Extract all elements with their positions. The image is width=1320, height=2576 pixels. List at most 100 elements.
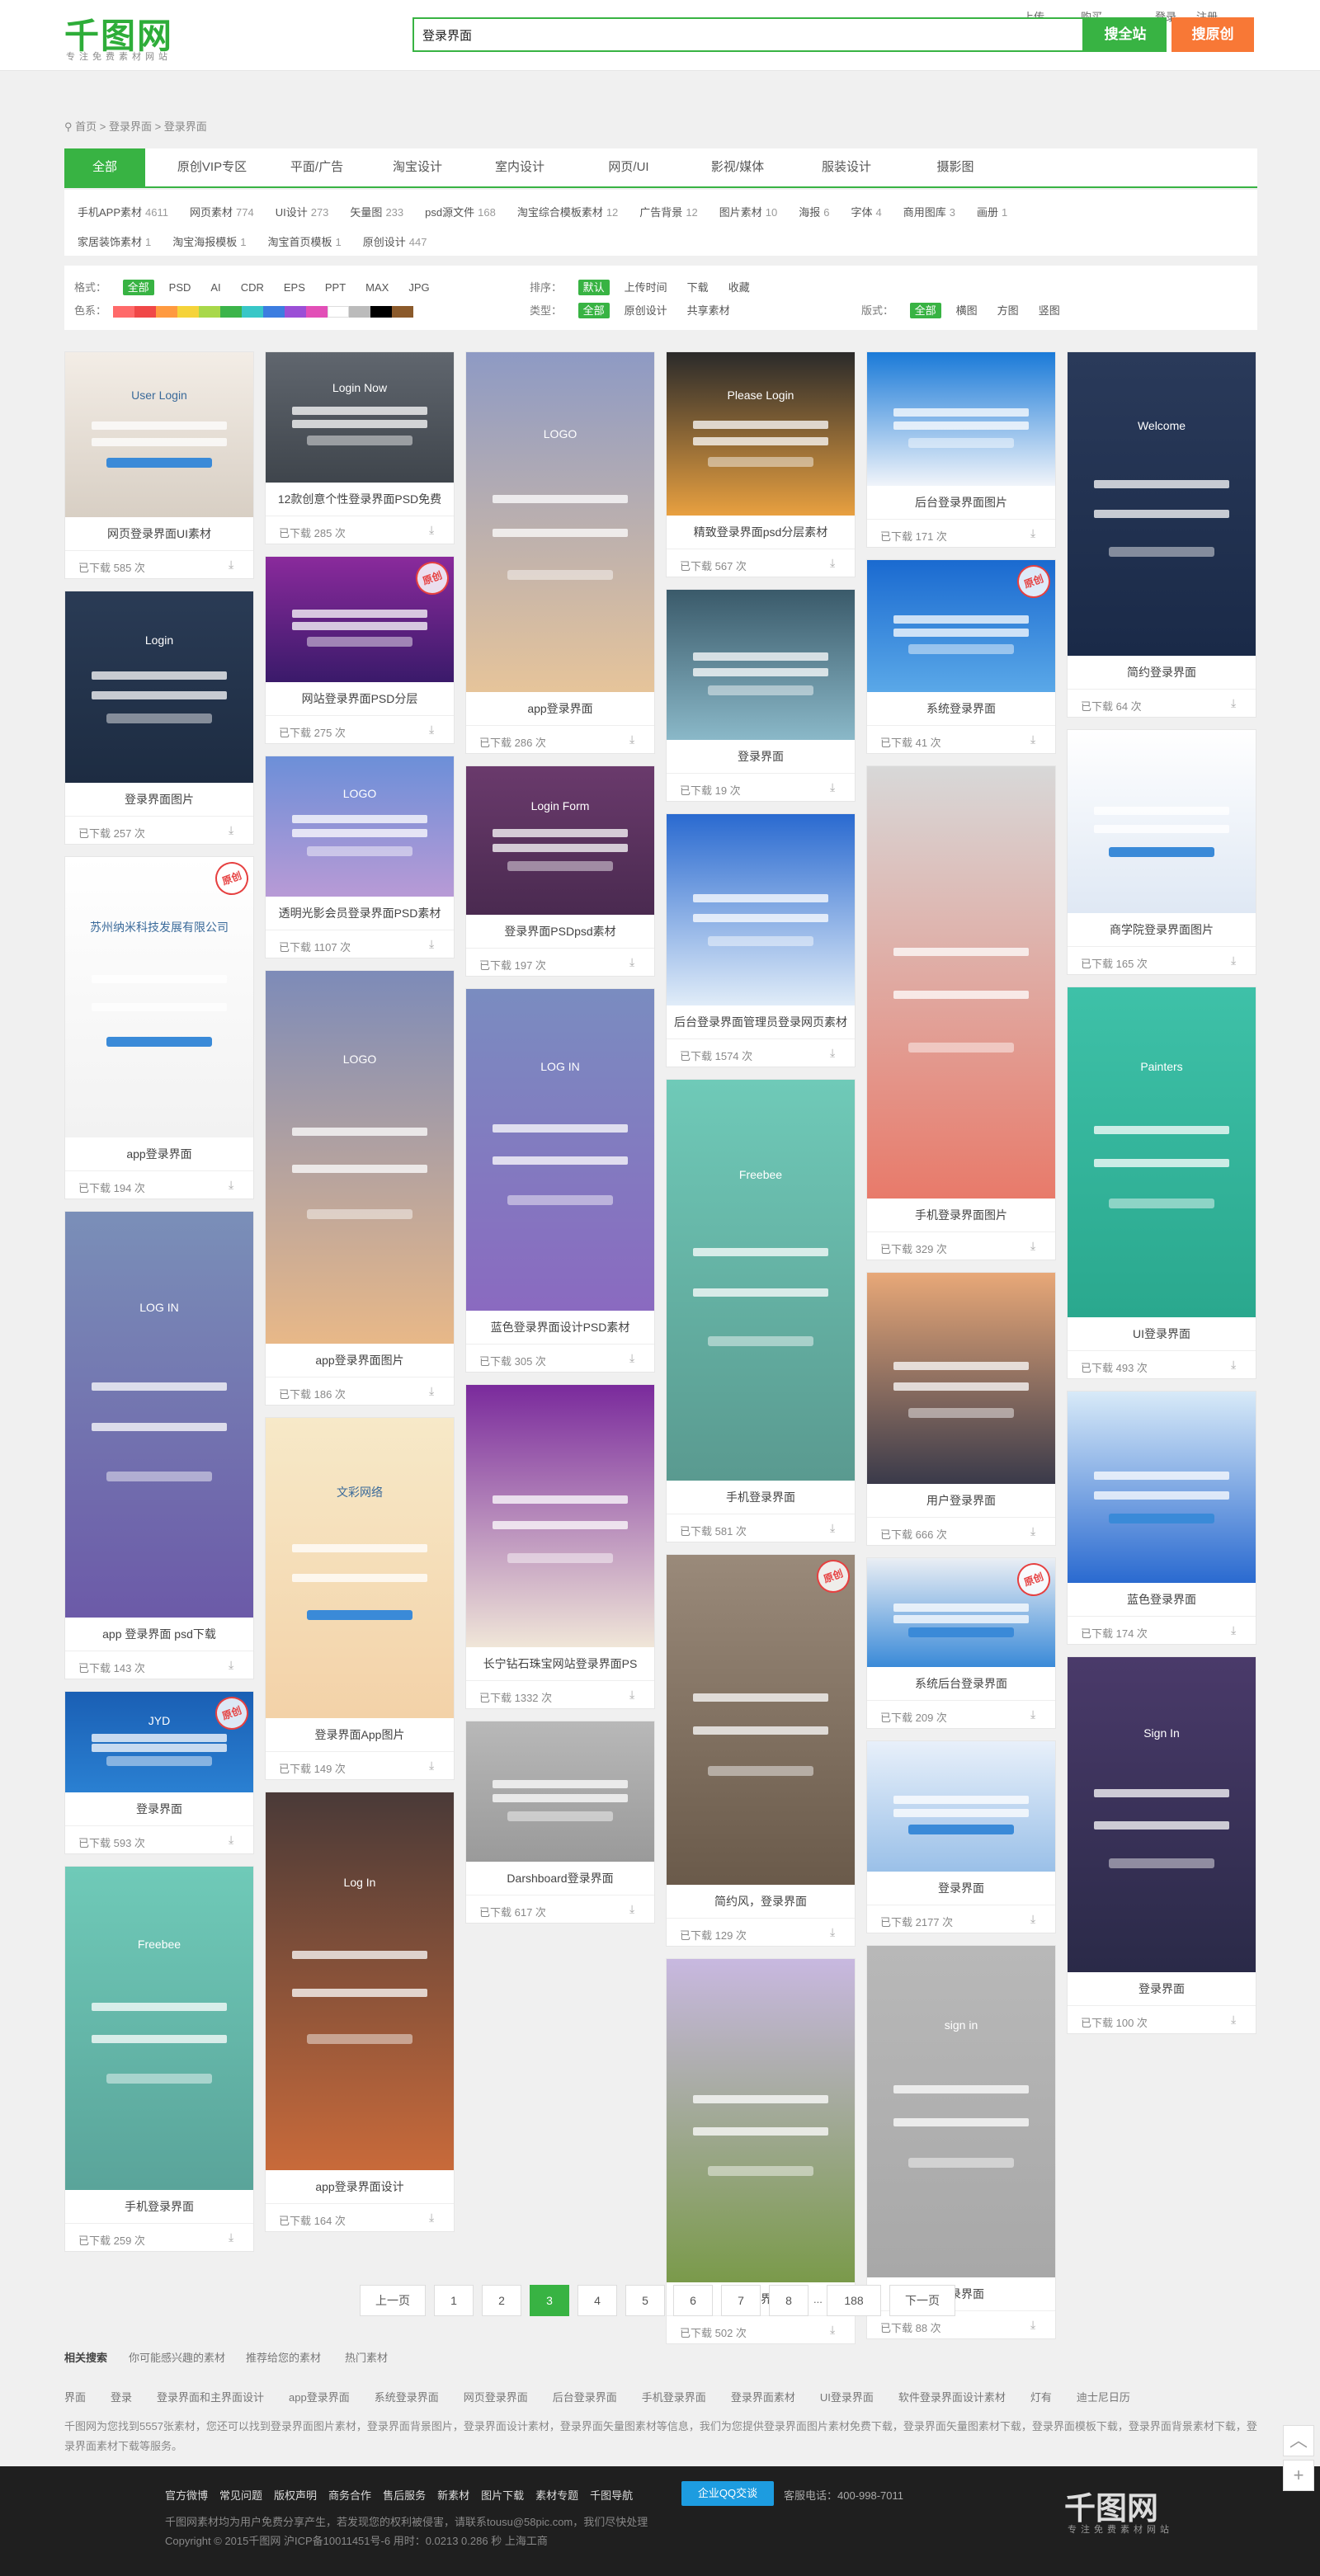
card-thumbnail[interactable]: 原创 [266,557,454,682]
material-card[interactable]: Log In app登录界面设计 已下载 164 次 ⤓ [265,1792,455,2232]
material-card[interactable]: LOG IN 蓝色登录界面设计PSD素材 已下载 305 次 ⤓ [465,988,655,1373]
card-thumbnail[interactable]: Freebee [65,1867,253,2190]
material-card[interactable]: 长宁钻石珠宝网站登录界面PS 已下载 1332 次 ⤓ [465,1384,655,1709]
material-card[interactable]: Freebee 手机登录界面 已下载 259 次 ⤓ [64,1866,254,2252]
card-title[interactable]: 登录界面 [867,1880,1055,1896]
subcategory-item[interactable]: 广告背景 12 [639,206,697,219]
page-1-button[interactable]: 1 [434,2285,474,2316]
download-icon[interactable]: ⤓ [629,1903,641,1914]
card-title[interactable]: 简约风，登录界面 [667,1893,855,1910]
color-swatch[interactable] [241,305,263,318]
card-title[interactable]: 网页登录界面UI素材 [65,525,253,542]
color-swatch[interactable] [198,305,220,318]
subcategory-item[interactable]: 淘宝首页模板 1 [268,236,342,248]
format-option[interactable]: AI [205,280,225,295]
format-option[interactable]: MAX [361,280,394,295]
search-all-button[interactable]: 搜全站 [1084,17,1167,52]
related-tab-interest[interactable]: 你可能感兴趣的素材 [129,2349,225,2365]
breadcrumb-text[interactable]: 首页 > 登录界面 > 登录界面 [75,120,207,133]
tab-taobao[interactable]: 淘宝设计 [368,148,467,186]
card-title[interactable]: 登录界面 [667,748,855,765]
footer-link[interactable]: 千图导航 [590,2489,633,2502]
download-icon[interactable]: ⤓ [1231,2013,1242,2025]
material-card[interactable]: JYD 原创 登录界面 已下载 593 次 ⤓ [64,1691,254,1854]
related-keyword[interactable]: 界面 [64,2391,86,2404]
download-icon[interactable]: ⤓ [1231,954,1242,966]
subcategory-item[interactable]: 画册 1 [977,206,1007,219]
card-thumbnail[interactable]: User Login [65,352,253,517]
related-keyword[interactable]: app登录界面 [289,2391,350,2404]
layout-option[interactable]: 横图 [951,303,983,318]
tab-vip[interactable]: 原创VIP专区 [160,148,264,186]
related-tab-hot[interactable]: 热门素材 [345,2349,388,2365]
download-icon[interactable]: ⤓ [1030,1525,1042,1537]
card-thumbnail[interactable]: 苏州纳米科技发展有限公司 原创 [65,857,253,1137]
card-thumbnail[interactable] [667,814,855,1005]
card-title[interactable]: Darshboard登录界面 [466,1870,654,1886]
back-to-top-button[interactable]: ︿ [1283,2425,1314,2456]
color-swatch[interactable] [370,305,392,318]
card-title[interactable]: 长宁钻石珠宝网站登录界面PS [466,1655,654,1672]
type-option[interactable]: 共享素材 [682,303,735,318]
card-title[interactable]: 商学院登录界面图片 [1068,921,1256,938]
card-title[interactable]: 系统登录界面 [867,700,1055,717]
card-title[interactable]: 用户登录界面 [867,1492,1055,1509]
card-thumbnail[interactable]: Login [65,591,253,783]
download-icon[interactable]: ⤓ [429,1385,441,1396]
material-card[interactable]: 用户登录界面 已下载 666 次 ⤓ [866,1272,1056,1546]
page-5-button[interactable]: 5 [625,2285,665,2316]
card-thumbnail[interactable]: 原创 [867,560,1055,692]
page-8-button[interactable]: 8 [769,2285,808,2316]
card-thumbnail[interactable]: 原创 [867,1558,1055,1667]
subcategory-item[interactable]: 手机APP素材 4611 [78,206,168,219]
related-keyword[interactable]: 登录界面素材 [731,2391,795,2404]
material-card[interactable]: 苏州纳米科技发展有限公司 原创 app登录界面 已下载 194 次 ⤓ [64,856,254,1199]
format-option[interactable]: PPT [320,280,351,295]
download-icon[interactable]: ⤓ [1030,527,1042,539]
card-title[interactable]: 网站登录界面PSD分层 [266,690,454,707]
download-icon[interactable]: ⤓ [229,1659,240,1670]
tab-fashion[interactable]: 服装设计 [797,148,896,186]
add-button[interactable]: + [1283,2460,1314,2491]
related-keyword[interactable]: 迪士尼日历 [1077,2391,1130,2404]
color-swatch[interactable] [112,305,134,318]
card-thumbnail[interactable] [667,1959,855,2282]
subcategory-item[interactable]: psd源文件 168 [425,206,496,219]
card-thumbnail[interactable]: LOG IN [466,989,654,1311]
card-title[interactable]: 手机登录界面图片 [867,1207,1055,1223]
format-option[interactable]: CDR [236,280,269,295]
download-icon[interactable]: ⤓ [830,1522,842,1533]
material-card[interactable]: User Login 网页登录界面UI素材 已下载 585 次 ⤓ [64,351,254,579]
type-option[interactable]: 全部 [578,303,610,318]
tab-all[interactable]: 全部 [64,148,145,186]
material-card[interactable]: Login Form 登录界面PSDpsd素材 已下载 197 次 ⤓ [465,765,655,977]
material-card[interactable]: LOG IN app 登录界面 psd下载 已下载 143 次 ⤓ [64,1211,254,1679]
color-swatch[interactable] [391,305,413,318]
tab-print[interactable]: 平面/广告 [267,148,366,186]
related-keyword[interactable]: 登录界面和主界面设计 [157,2391,264,2404]
material-card[interactable]: 登录界面 已下载 19 次 ⤓ [666,589,856,802]
card-title[interactable]: 手机登录界面 [667,1489,855,1505]
color-swatch[interactable] [177,305,199,318]
card-thumbnail[interactable]: Freebee [667,1080,855,1481]
material-card[interactable]: 原创 系统登录界面 已下载 41 次 ⤓ [866,559,1056,754]
card-thumbnail[interactable] [667,590,855,740]
card-thumbnail[interactable]: Welcome [1068,352,1256,656]
subcategory-item[interactable]: UI设计 273 [276,206,329,219]
format-option[interactable]: PSD [164,280,196,295]
download-icon[interactable]: ⤓ [1231,1624,1242,1636]
download-icon[interactable]: ⤓ [830,557,842,568]
download-icon[interactable]: ⤓ [629,956,641,968]
card-title[interactable]: 蓝色登录界面 [1068,1591,1256,1608]
card-thumbnail[interactable]: Sign In [1068,1657,1256,1972]
material-card[interactable]: Welcome 简约登录界面 已下载 64 次 ⤓ [1067,351,1256,718]
sort-option[interactable]: 默认 [578,280,610,295]
download-icon[interactable]: ⤓ [830,2324,842,2335]
related-keyword[interactable]: 登录 [111,2391,132,2404]
page-7-button[interactable]: 7 [721,2285,761,2316]
subcategory-item[interactable]: 家居装饰素材 1 [78,236,151,248]
color-swatch[interactable] [262,305,285,318]
card-thumbnail[interactable] [466,1721,654,1862]
card-thumbnail[interactable]: LOGO [266,756,454,897]
material-card[interactable]: LOGO 透明光影会员登录界面PSD素材 已下载 1107 次 ⤓ [265,756,455,958]
